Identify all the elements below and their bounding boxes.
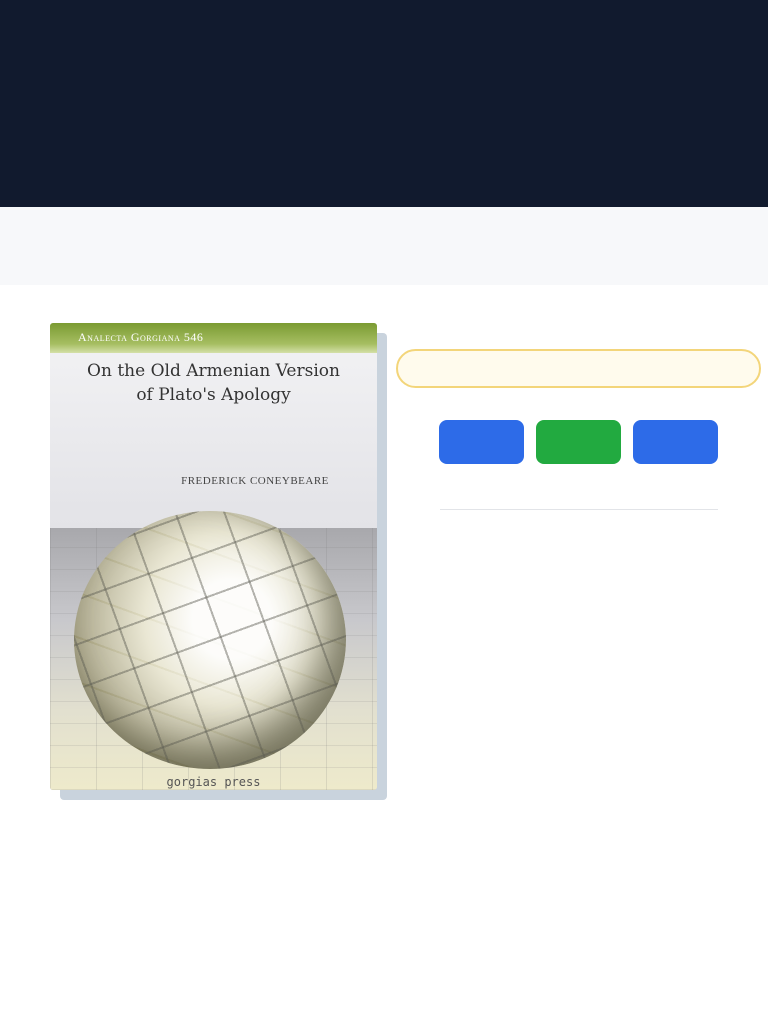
cover-title: On the Old Armenian Version of Plato's A… [70,359,357,407]
notice-banner [396,349,761,388]
cover-title-line-2: of Plato's Apology [136,385,291,405]
cover-title-line-1: On the Old Armenian Version [87,361,340,381]
top-navigation-bar [0,0,768,207]
cover-author: FREDERICK CONEYBEARE [181,475,329,487]
book-cover[interactable]: Analecta Gorgiana 546 On the Old Armenia… [50,323,387,800]
sub-header-bar [0,207,768,285]
action-button-1[interactable] [439,420,524,464]
cover-series-band: Analecta Gorgiana 546 [50,323,377,353]
cover-image: Analecta Gorgiana 546 On the Old Armenia… [50,323,377,790]
cover-publisher: gorgias press [166,775,261,789]
globe-grid-lines [74,511,346,769]
cover-series-label: Analecta Gorgiana 546 [78,330,204,344]
action-button-2[interactable] [536,420,621,464]
section-divider [440,509,718,510]
action-button-3[interactable] [633,420,718,464]
